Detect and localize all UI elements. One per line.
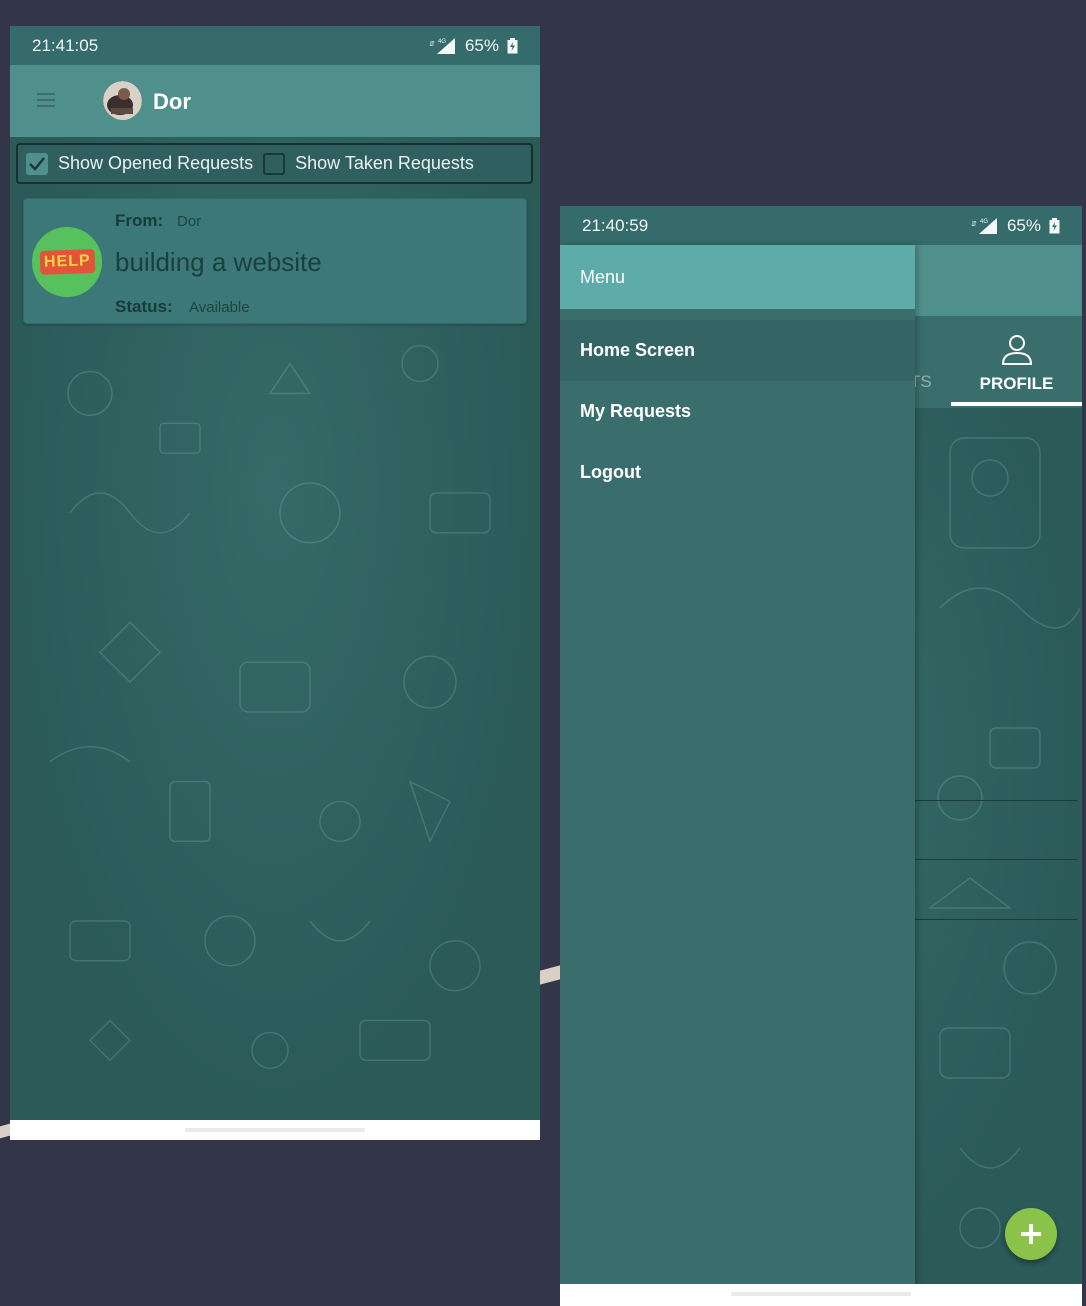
- status-time: 21:40:59: [582, 215, 649, 235]
- status-indicators: ⇵ 4G 65%: [971, 216, 1060, 236]
- filter-opened-requests[interactable]: Show Opened Requests: [26, 152, 254, 175]
- left-phone-screen: 21:41:05 ⇵ 4G 65% Dor Show Opened Reques…: [10, 26, 540, 1140]
- status-bar: 21:40:59 ⇵ 4G 65%: [560, 206, 1082, 245]
- battery-percent: 65%: [1006, 215, 1041, 235]
- app-title: Dor: [153, 89, 191, 114]
- list-divider: [915, 800, 1077, 801]
- background-edge: [0, 1123, 10, 1139]
- drawer-item-my-requests[interactable]: My Requests: [560, 381, 915, 442]
- help-badge-icon: HELP: [32, 227, 102, 297]
- drawer-spacer: [560, 309, 915, 320]
- filter-taken-requests[interactable]: Show Taken Requests: [263, 152, 474, 175]
- navigation-bar: [10, 1120, 540, 1140]
- request-from-label: From:: [115, 211, 164, 230]
- checkbox-taken-requests[interactable]: [263, 152, 286, 175]
- checkbox-opened-requests[interactable]: [26, 152, 48, 175]
- checkmark-icon: [29, 156, 45, 171]
- battery-percent: 65%: [464, 35, 499, 55]
- filter-opened-label: Show Opened Requests: [58, 153, 254, 173]
- tab-profile[interactable]: PROFILE: [951, 316, 1082, 408]
- avatar[interactable]: [103, 81, 142, 120]
- home-gesture-handle[interactable]: [731, 1292, 911, 1296]
- app-bar: Dor: [10, 65, 540, 137]
- help-badge-text: HELP: [39, 249, 95, 275]
- background-edge: [540, 965, 560, 985]
- plus-icon: [1021, 1224, 1041, 1244]
- list-divider: [915, 859, 1077, 860]
- svg-text:⇵: ⇵: [971, 221, 977, 228]
- status-bar: 21:41:05 ⇵ 4G 65%: [10, 26, 540, 65]
- right-phone-screen: 21:40:59 ⇵ 4G 65% TS PROFILE Menu Home S…: [560, 206, 1082, 1306]
- navigation-drawer: Menu Home Screen My Requests Logout: [560, 245, 915, 1284]
- home-gesture-handle[interactable]: [185, 1128, 365, 1132]
- filter-taken-label: Show Taken Requests: [295, 153, 474, 173]
- status-time: 21:41:05: [32, 35, 99, 55]
- svg-text:4G: 4G: [980, 219, 988, 225]
- drawer-item-logout[interactable]: Logout: [560, 442, 915, 503]
- request-filter-bar: Show Opened Requests Show Taken Requests: [16, 143, 533, 184]
- tab-profile-label: PROFILE: [979, 374, 1054, 393]
- add-request-button[interactable]: [1005, 1208, 1057, 1260]
- drawer-header: Menu: [560, 245, 915, 309]
- battery-charging-icon: [507, 37, 518, 53]
- svg-text:4G: 4G: [438, 39, 446, 45]
- request-card[interactable]: HELP From: Dor building a website Status…: [23, 198, 527, 324]
- drawer-item-home-screen[interactable]: Home Screen: [560, 320, 915, 381]
- svg-text:⇵: ⇵: [429, 41, 435, 48]
- list-divider: [915, 919, 1077, 920]
- hamburger-menu-icon[interactable]: [37, 93, 55, 107]
- request-from-value: Dor: [177, 213, 202, 230]
- request-status-label: Status:: [115, 297, 173, 316]
- battery-charging-icon: [1049, 217, 1060, 233]
- navigation-bar: [560, 1284, 1082, 1306]
- tab-indicator: [951, 402, 1082, 406]
- request-title: building a website: [115, 247, 322, 277]
- person-icon: [1001, 335, 1032, 365]
- signal-4g-icon: ⇵ 4G: [971, 217, 997, 234]
- request-status-value: Available: [189, 299, 250, 316]
- signal-4g-icon: ⇵ 4G: [429, 37, 455, 54]
- status-indicators: ⇵ 4G 65%: [429, 36, 518, 56]
